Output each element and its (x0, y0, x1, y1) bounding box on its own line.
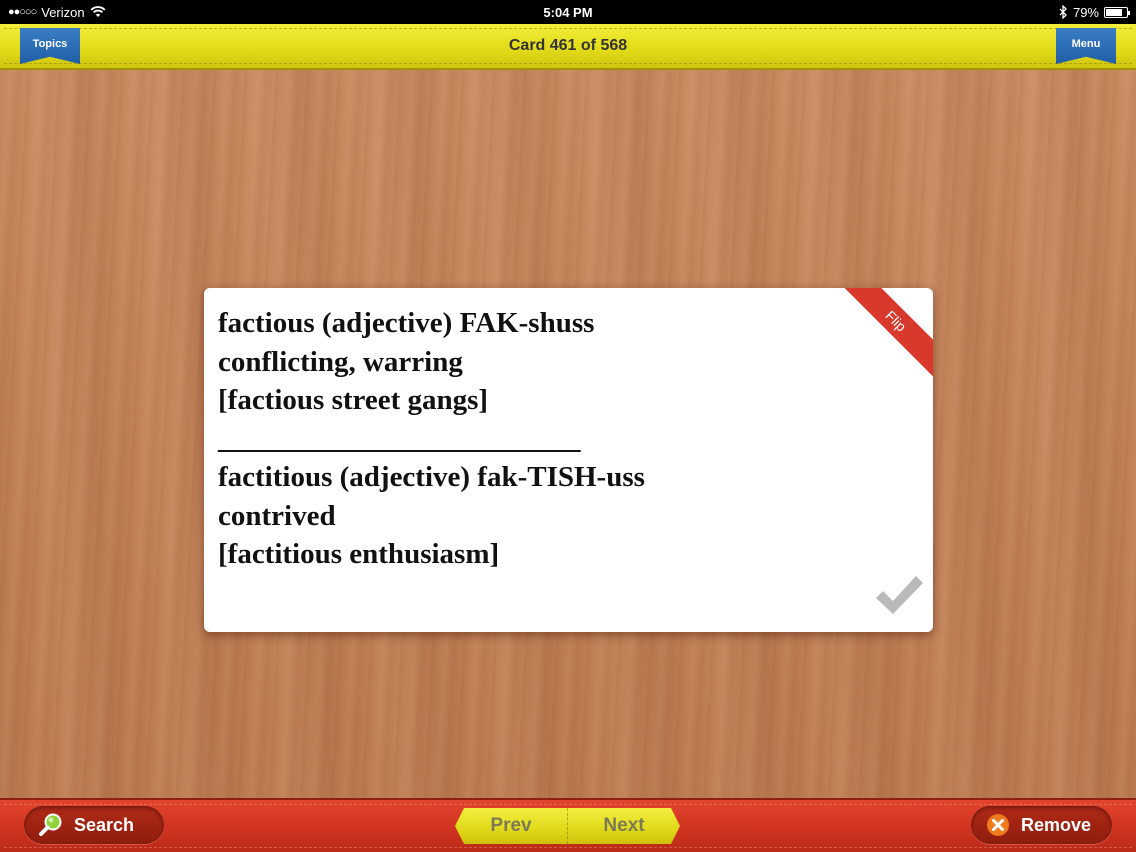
status-time: 5:04 PM (543, 4, 593, 20)
battery-icon (1104, 6, 1130, 18)
remove-button[interactable]: Remove (971, 806, 1112, 844)
search-icon (39, 813, 62, 836)
flashcard-content: factious (adjective) FAK-shuss conflicti… (218, 304, 853, 574)
card-line: conflicting, warring (218, 345, 463, 378)
prev-next-group: Prev Next (455, 808, 680, 844)
card-line: [factitious enthusiasm] (218, 538, 500, 570)
status-right: 79% (1059, 4, 1130, 20)
menu-button[interactable]: Menu (1056, 28, 1116, 64)
status-left: ●●○○○ Verizon (8, 5, 106, 20)
search-button[interactable]: Search (24, 806, 164, 844)
remove-label: Remove (1021, 814, 1092, 835)
search-label: Search (74, 814, 135, 835)
card-line: contrived (218, 499, 336, 532)
card-counter: Card 461 of 568 (508, 37, 628, 54)
next-button[interactable]: Next (567, 808, 680, 844)
checkmark-icon[interactable] (873, 572, 925, 618)
bluetooth-icon (1059, 5, 1067, 19)
battery-fill (1106, 8, 1122, 16)
card-line: [factious street gangs] (218, 384, 489, 416)
wifi-icon (90, 6, 106, 17)
card-divider-line: _________________________ (218, 422, 581, 455)
signal-strength-icon: ●●○○○ (8, 6, 37, 18)
prev-button[interactable]: Prev (455, 808, 567, 844)
top-toolbar: Topics Card 461 of 568 Menu (0, 24, 1136, 70)
card-line: factious (adjective) FAK-shuss (218, 307, 595, 339)
carrier-name: Verizon (41, 4, 85, 20)
flashcard[interactable]: factious (adjective) FAK-shuss conflicti… (204, 288, 933, 632)
status-bar: ●●○○○ Verizon 5:04 PM 79% (0, 0, 1136, 24)
bottom-toolbar: Search Prev Next Remove (0, 798, 1136, 852)
card-line: factitious (adjective) fak-TISH-uss (218, 461, 645, 493)
battery-percent: 79% (1072, 4, 1099, 20)
close-icon (987, 814, 1009, 836)
